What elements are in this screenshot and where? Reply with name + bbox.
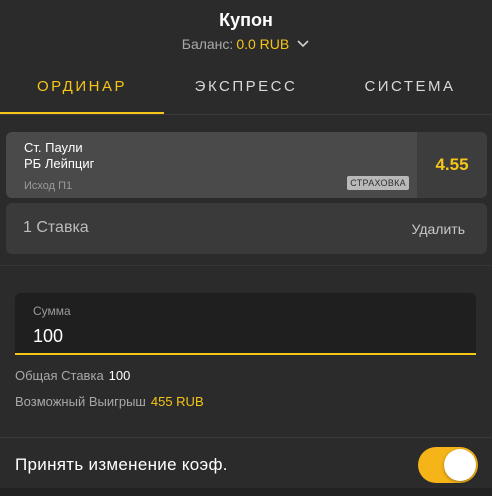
stake-count: 1 Ставка [23, 219, 89, 236]
balance-value: 0.0 RUB [236, 36, 290, 52]
total-stake: Общая Ставка 100 [15, 368, 130, 383]
balance-selector[interactable]: Баланс: 0.0 RUB [0, 36, 492, 52]
amount-label: Сумма [33, 304, 71, 318]
toggle-knob [444, 449, 476, 481]
tabs-divider [0, 114, 492, 115]
total-stake-value: 100 [108, 368, 131, 383]
balance-label: Баланс: [181, 36, 234, 52]
bet-card[interactable]: Ст. Паули РБ Лейпциг Исход П1 СТРАХОВКА … [6, 132, 487, 198]
chevron-down-icon [297, 40, 309, 48]
accept-odds-row: Принять изменение коэф. [0, 438, 492, 488]
bet-event[interactable]: Ст. Паули РБ Лейпциг Исход П1 СТРАХОВКА [6, 132, 417, 198]
delete-button[interactable]: Удалить [412, 221, 465, 237]
team-home: Ст. Паули [24, 140, 83, 155]
accept-odds-toggle[interactable] [418, 447, 478, 483]
page-title: Купон [219, 10, 273, 30]
possible-win: Возможный Выигрыш 455 RUB [15, 394, 204, 409]
amount-input[interactable]: Сумма 100 [15, 293, 476, 355]
bet-odds: 4.55 [435, 155, 469, 174]
bottom-strip [0, 488, 492, 496]
section-divider [0, 265, 492, 266]
stake-summary: 1 Ставка Удалить [6, 203, 487, 254]
insurance-badge[interactable]: СТРАХОВКА [347, 176, 409, 190]
accept-odds-label: Принять изменение коэф. [15, 455, 228, 474]
total-stake-label: Общая Ставка [15, 368, 104, 383]
bet-type-tabs: ОРДИНАР ЭКСПРЕСС СИСТЕМА [0, 66, 492, 114]
possible-win-label: Возможный Выигрыш [15, 394, 146, 409]
team-away: РБ Лейпциг [24, 156, 95, 171]
coupon-header: Купон Баланс: 0.0 RUB [0, 0, 492, 60]
tab-express[interactable]: ЭКСПРЕСС [164, 66, 328, 114]
possible-win-value: 455 RUB [150, 394, 204, 409]
tab-single[interactable]: ОРДИНАР [0, 66, 164, 114]
tab-system[interactable]: СИСТЕМА [328, 66, 492, 114]
amount-value[interactable]: 100 [33, 326, 63, 347]
